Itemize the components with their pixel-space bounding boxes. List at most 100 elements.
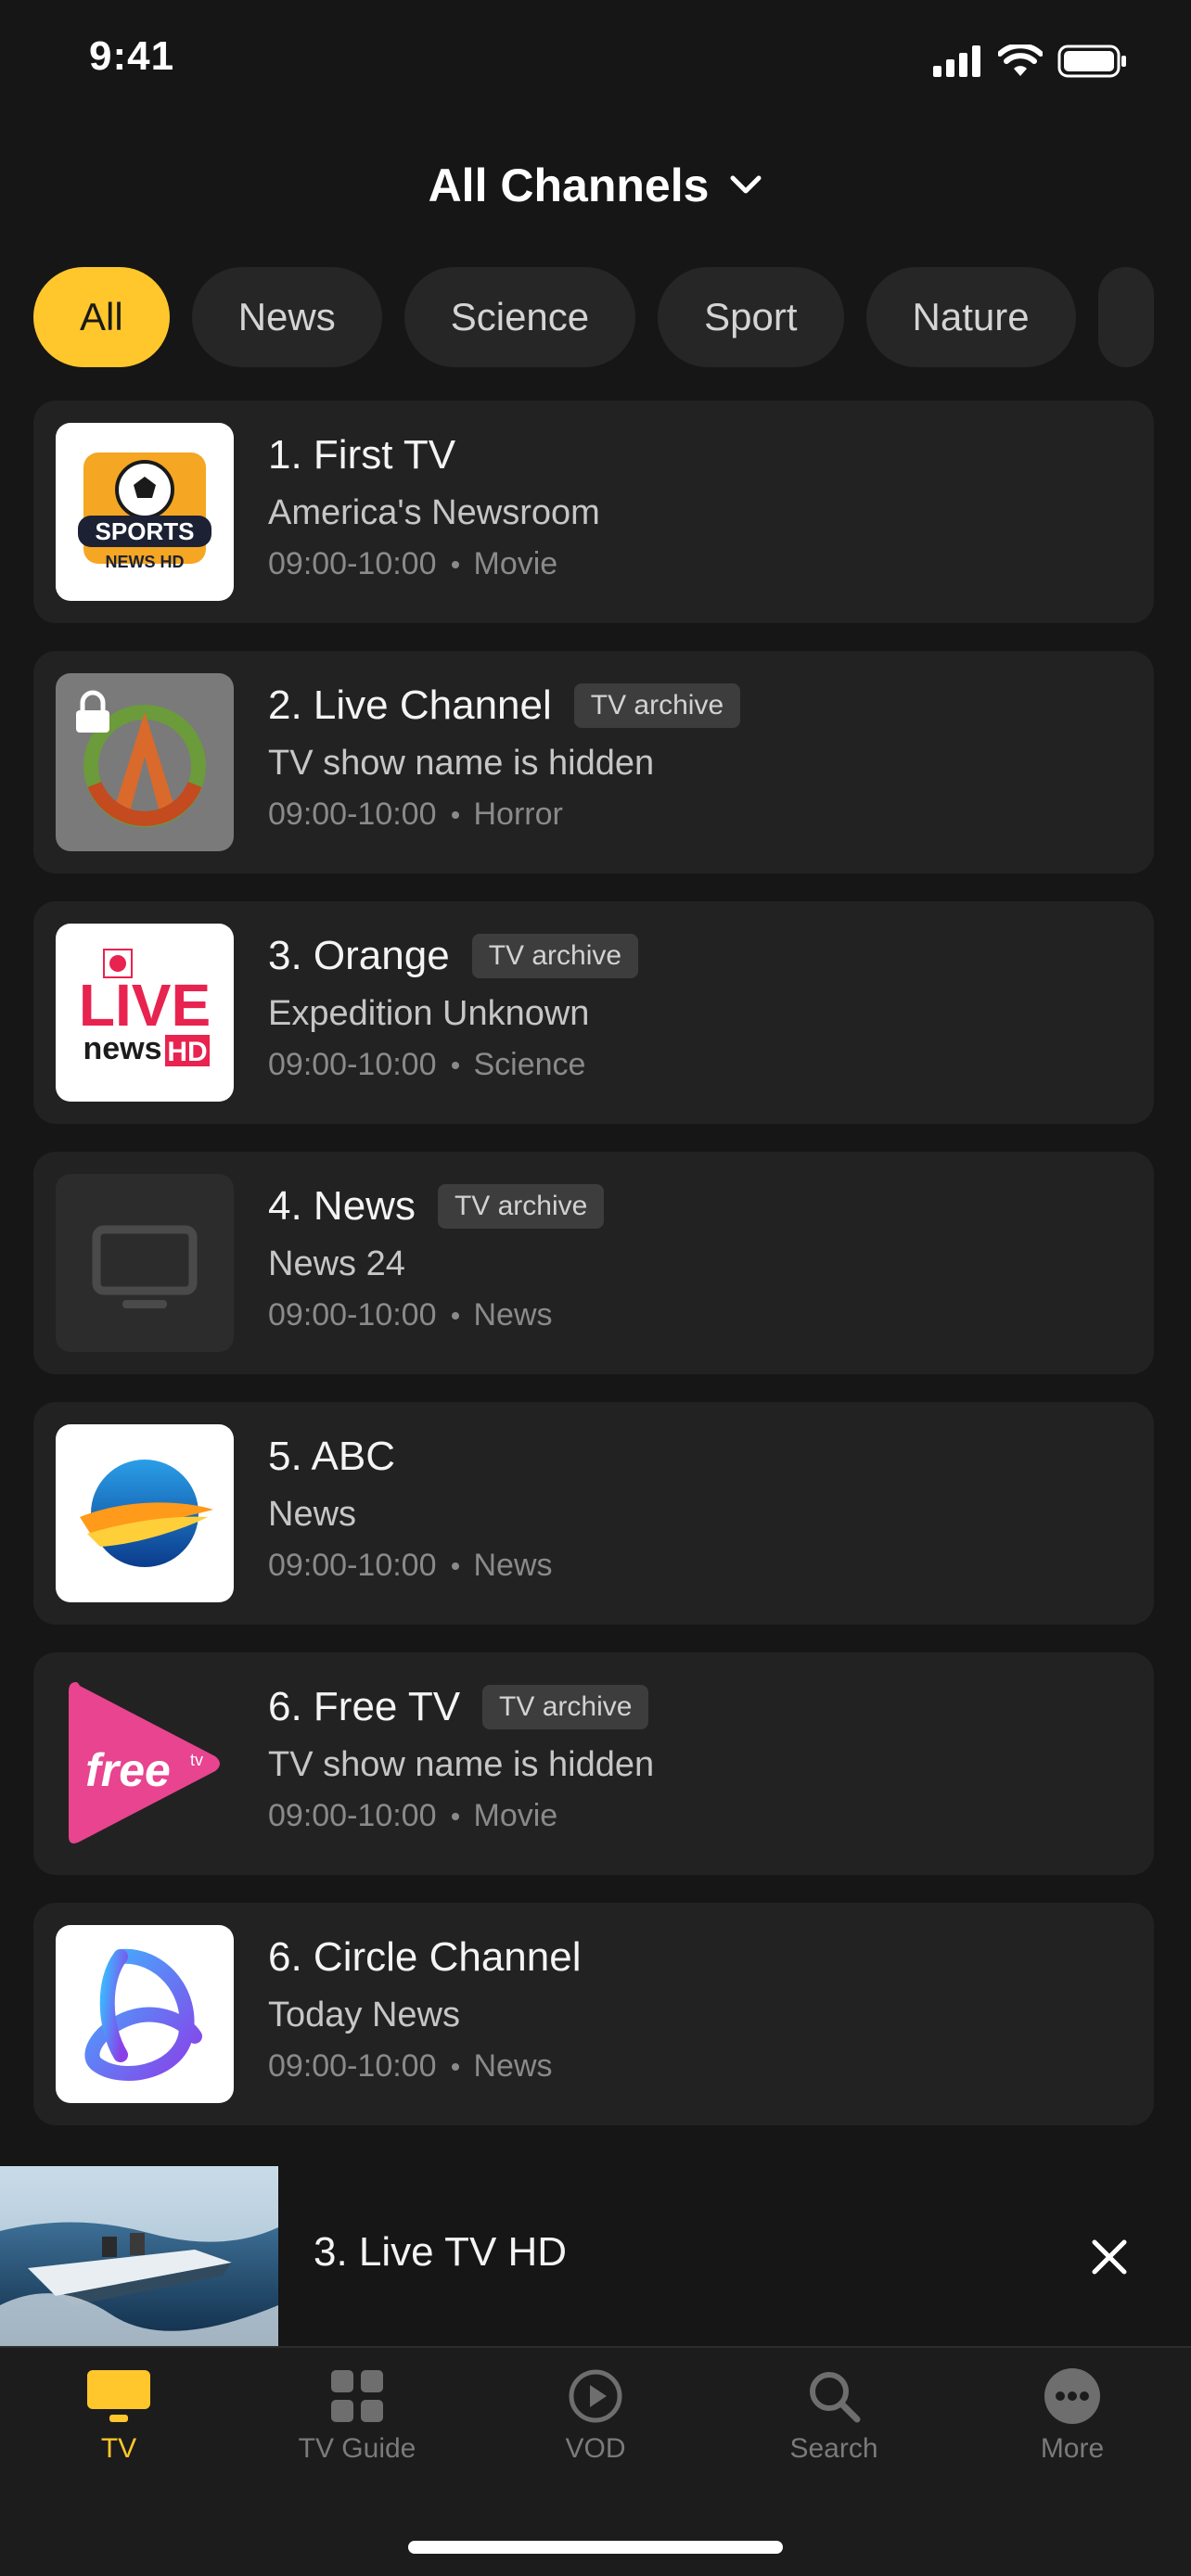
separator-dot: [451, 1311, 459, 1320]
channel-info: 4. News TV archive News 24 09:00-10:00 N…: [268, 1180, 1132, 1333]
tab-tv-guide[interactable]: TV Guide: [264, 2368, 450, 2465]
page-title: All Channels: [428, 159, 710, 211]
program-meta: 09:00-10:00 Movie: [268, 546, 1132, 582]
free-tv-logo: free tv: [56, 1675, 234, 1853]
close-icon: [1092, 2239, 1127, 2275]
program-genre: Horror: [473, 797, 563, 832]
tab-more[interactable]: More: [980, 2368, 1165, 2465]
channel-info: 5. ABC News 09:00-10:00 News: [268, 1430, 1132, 1584]
program-time: 09:00-10:00: [268, 1047, 437, 1082]
filter-chip-science[interactable]: Science: [403, 267, 636, 367]
program-time: 09:00-10:00: [268, 2048, 437, 2084]
channel-row[interactable]: SPORTS NEWS HD 1. First TV America's New…: [33, 401, 1154, 623]
chevron-down-icon: [730, 175, 762, 194]
battery-icon: [1057, 45, 1126, 78]
mini-player-title: 3. Live TV HD: [314, 2229, 568, 2275]
tab-label: TV Guide: [298, 2433, 416, 2464]
program-name: Expedition Unknown: [268, 994, 590, 1033]
svg-text:LIVE: LIVE: [79, 972, 211, 1039]
svg-text:free: free: [85, 1744, 171, 1796]
live-news-hd-logo: LIVE news HD: [56, 924, 234, 1102]
close-mini-player-button[interactable]: [1083, 2231, 1135, 2283]
home-indicator: [408, 2541, 783, 2554]
separator-dot: [451, 810, 459, 819]
program-meta: 09:00-10:00 Science: [268, 1047, 1132, 1083]
program-genre: Movie: [473, 546, 558, 581]
channel-row[interactable]: 5. ABC News 09:00-10:00 News: [33, 1402, 1154, 1625]
filter-chip-all[interactable]: All: [33, 267, 170, 367]
channel-title: 6. Free TV: [268, 1684, 461, 1729]
program-time: 09:00-10:00: [268, 1548, 437, 1583]
tv-placeholder-icon: [56, 1174, 234, 1352]
program-name: TV show name is hidden: [268, 1745, 655, 1784]
filter-chips: All News Science Sport Nature: [33, 267, 1191, 367]
svg-text:tv: tv: [190, 1751, 203, 1769]
program-genre: News: [473, 1548, 553, 1583]
filter-chip-news[interactable]: News: [191, 267, 382, 367]
channel-title: 1. First TV: [268, 432, 456, 478]
program-meta: 09:00-10:00 Horror: [268, 797, 1132, 833]
tv-icon: [87, 2370, 150, 2422]
arc-logo: [56, 673, 234, 851]
sports-news-hd-logo: SPORTS NEWS HD: [56, 423, 234, 601]
separator-dot: [451, 560, 459, 568]
channel-group-selector[interactable]: All Channels: [0, 148, 1191, 223]
channel-row[interactable]: 6. Circle Channel Today News 09:00-10:00…: [33, 1903, 1154, 2125]
tab-label: More: [1040, 2433, 1105, 2464]
tv-archive-badge: TV archive: [573, 683, 741, 728]
program-time: 09:00-10:00: [268, 1297, 437, 1333]
tab-tv[interactable]: TV: [26, 2368, 211, 2465]
program-genre: News: [473, 2048, 553, 2084]
channel-info: 1. First TV America's Newsroom 09:00-10:…: [268, 428, 1132, 582]
svg-text:NEWS HD: NEWS HD: [106, 553, 185, 571]
wifi-icon: [998, 45, 1043, 76]
svg-text:HD: HD: [167, 1037, 207, 1067]
channel-title: 5. ABC: [268, 1434, 395, 1479]
separator-dot: [451, 1812, 459, 1820]
program-time: 09:00-10:00: [268, 1798, 437, 1833]
svg-text:SPORTS: SPORTS: [96, 517, 195, 545]
tab-label: VOD: [565, 2433, 626, 2464]
separator-dot: [451, 1562, 459, 1570]
status-icons: [933, 45, 1128, 78]
tv-archive-badge: TV archive: [437, 1184, 605, 1229]
tab-search[interactable]: Search: [741, 2368, 927, 2465]
filter-chip-sport[interactable]: Sport: [658, 267, 844, 367]
channel-row[interactable]: LIVE news HD 3. Orange TV archive Expedi…: [33, 901, 1154, 1124]
program-name: Today News: [268, 1996, 460, 2034]
svg-text:news: news: [83, 1031, 161, 1066]
more-icon: [1044, 2368, 1100, 2424]
program-genre: Science: [473, 1047, 586, 1082]
program-meta: 09:00-10:00 News: [268, 2048, 1132, 2085]
channel-row[interactable]: 2. Live Channel TV archive TV show name …: [33, 651, 1154, 874]
program-time: 09:00-10:00: [268, 546, 437, 581]
status-time: 9:41: [89, 33, 175, 79]
program-time: 09:00-10:00: [268, 797, 437, 832]
channel-info: 2. Live Channel TV archive TV show name …: [268, 679, 1132, 833]
program-genre: Movie: [473, 1798, 558, 1833]
tab-vod[interactable]: VOD: [503, 2368, 688, 2465]
channel-row[interactable]: 4. News TV archive News 24 09:00-10:00 N…: [33, 1152, 1154, 1374]
tab-label: TV: [100, 2433, 137, 2464]
filter-chip-nature[interactable]: Nature: [865, 267, 1076, 367]
program-name: News: [268, 1495, 357, 1534]
lock-icon: [76, 690, 109, 733]
program-name: America's Newsroom: [268, 493, 600, 532]
channel-row[interactable]: free tv 6. Free TV TV archive TV show na…: [33, 1652, 1154, 1875]
circle-channel-logo: [56, 1925, 234, 2103]
program-genre: News: [473, 1297, 553, 1333]
mini-player-thumbnail[interactable]: [0, 2166, 278, 2346]
channel-info: 6. Circle Channel Today News 09:00-10:00…: [268, 1931, 1132, 2085]
separator-dot: [451, 1061, 459, 1069]
program-name: TV show name is hidden: [268, 744, 655, 783]
channel-title: 4. News: [268, 1183, 416, 1229]
program-meta: 09:00-10:00 Movie: [268, 1798, 1132, 1834]
channel-title: 6. Circle Channel: [268, 1934, 582, 1980]
globe-swoosh-logo: [56, 1424, 234, 1602]
cellular-signal-icon: [933, 45, 980, 77]
search-icon: [810, 2372, 861, 2423]
filter-chip-overflow[interactable]: [1097, 267, 1154, 367]
channel-info: 3. Orange TV archive Expedition Unknown …: [268, 929, 1132, 1083]
mini-player[interactable]: 3. Live TV HD: [0, 2166, 1191, 2346]
grid-icon: [331, 2370, 383, 2422]
